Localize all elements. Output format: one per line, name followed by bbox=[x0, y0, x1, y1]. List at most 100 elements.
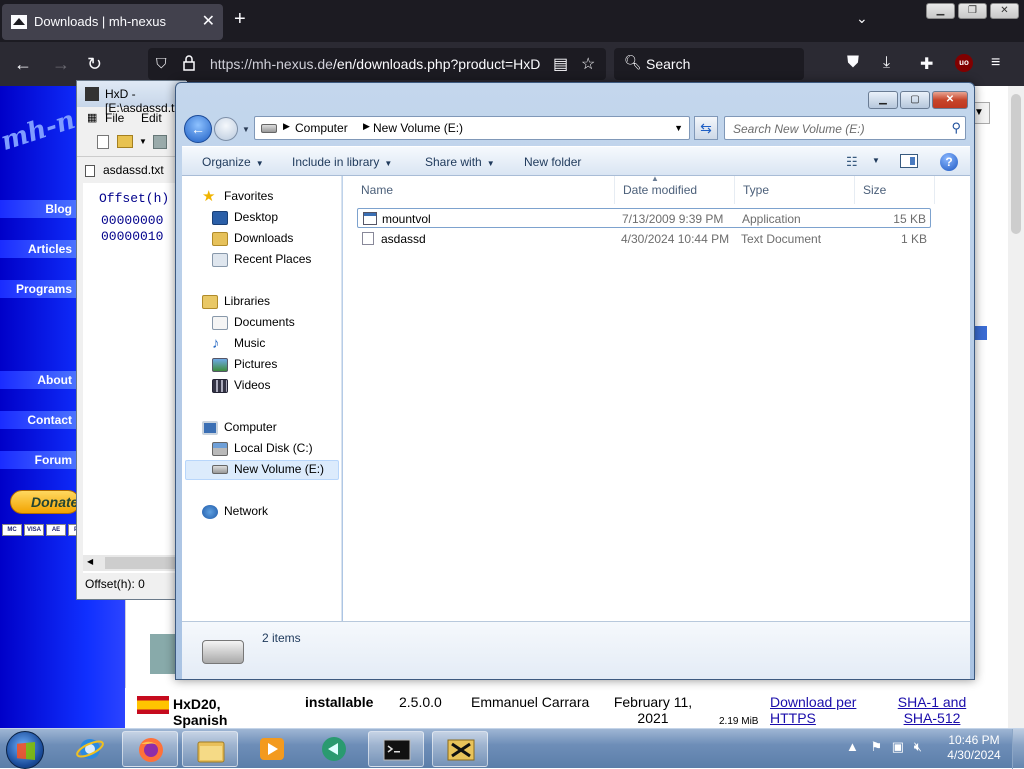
restore-button[interactable]: ❐ bbox=[958, 3, 987, 19]
donate-button[interactable]: Donate bbox=[10, 490, 80, 514]
nav-documents[interactable]: Documents bbox=[212, 312, 295, 332]
nav-music[interactable]: ♪ Music bbox=[212, 333, 265, 353]
taskbar-internet-explorer[interactable] bbox=[62, 731, 118, 767]
explorer-forward-button[interactable] bbox=[214, 117, 238, 141]
forward-arrow-icon[interactable]: → bbox=[52, 54, 70, 75]
change-view-icon[interactable]: ☷ bbox=[846, 154, 858, 170]
explorer-maximize-button[interactable]: ▢ bbox=[900, 91, 930, 109]
show-hidden-icons-icon[interactable]: ▲ bbox=[846, 739, 859, 754]
column-name[interactable]: Name bbox=[353, 176, 615, 204]
reader-view-icon[interactable]: ▤ bbox=[553, 54, 568, 74]
taskbar-firefox[interactable] bbox=[122, 731, 178, 767]
help-icon[interactable]: ? bbox=[940, 153, 958, 171]
nav-favorites[interactable]: ★ Favorites bbox=[202, 186, 273, 206]
file-row-asdassd[interactable]: asdassd 4/30/2024 10:44 PM Text Document… bbox=[357, 229, 931, 249]
close-window-button[interactable]: ✕ bbox=[990, 3, 1019, 19]
nav-computer[interactable]: Computer bbox=[202, 417, 277, 437]
file-row-mountvol[interactable]: mountvol 7/13/2009 9:39 PM Application 1… bbox=[357, 208, 931, 228]
search-icon[interactable]: ⚲ bbox=[951, 120, 961, 136]
show-desktop-button[interactable] bbox=[1012, 729, 1024, 769]
page-scrollbar-thumb[interactable] bbox=[1011, 94, 1021, 234]
scroll-left-icon[interactable]: ◀ bbox=[87, 557, 93, 566]
explorer-address-bar[interactable]: ▶ Computer ▶ New Volume (E:) ▼ bbox=[254, 116, 690, 140]
hxd-file-tab[interactable]: asdassd.txt bbox=[85, 163, 164, 177]
explorer-search-box[interactable]: Search New Volume (E:) ⚲ bbox=[724, 116, 966, 140]
start-button[interactable] bbox=[6, 731, 44, 769]
taskbar-command-prompt[interactable] bbox=[368, 731, 424, 767]
site-nav-forum[interactable]: Forum bbox=[0, 451, 78, 469]
taskbar-hxd[interactable] bbox=[432, 731, 488, 767]
taskbar-windows-explorer[interactable] bbox=[182, 731, 238, 767]
hxd-horizontal-scrollbar[interactable]: ◀ bbox=[83, 555, 187, 571]
include-in-library-button[interactable]: Include in library ▼ bbox=[292, 155, 392, 169]
new-file-icon[interactable] bbox=[97, 135, 109, 149]
browser-search-box[interactable]: 🔍︎ Search bbox=[614, 48, 804, 80]
file-list[interactable]: Name ▲ Date modified Type Size mountvol … bbox=[343, 174, 970, 621]
breadcrumb-computer[interactable]: Computer bbox=[295, 121, 348, 135]
site-logo[interactable]: mh-n bbox=[0, 105, 79, 157]
hxd-window[interactable]: HxD - [E:\asdassd.txt] ▦ File Edit ▼ asd… bbox=[76, 80, 187, 600]
minimize-button[interactable]: ▁ bbox=[926, 3, 955, 19]
bookmark-star-icon[interactable]: ☆ bbox=[581, 54, 595, 74]
hash-link[interactable]: SHA-1 and SHA-512 bbox=[897, 694, 967, 726]
site-nav-articles[interactable]: Articles bbox=[0, 240, 78, 258]
pocket-icon[interactable]: ⛊ bbox=[847, 54, 859, 72]
column-type[interactable]: Type bbox=[735, 176, 855, 204]
reload-icon[interactable]: ↻ bbox=[87, 54, 102, 75]
url-bar[interactable]: ⛉ https://mh-nexus.de/en/downloads.php?p… bbox=[148, 48, 606, 80]
back-arrow-icon[interactable]: ← bbox=[14, 54, 32, 75]
refresh-button[interactable]: ⇆ bbox=[694, 116, 718, 140]
taskbar-app-circle[interactable] bbox=[306, 731, 362, 767]
tracking-shield-icon[interactable]: ⛉ bbox=[156, 55, 167, 72]
share-with-button[interactable]: Share with ▼ bbox=[425, 155, 495, 169]
breadcrumb-arrow-icon[interactable]: ▶ bbox=[283, 121, 290, 132]
hxd-menu-file[interactable]: File bbox=[105, 111, 124, 125]
list-all-tabs-icon[interactable]: ⌄ bbox=[856, 10, 868, 27]
page-scrollbar[interactable] bbox=[1008, 86, 1024, 728]
taskbar-media-player[interactable] bbox=[244, 731, 300, 767]
column-date-modified[interactable]: Date modified bbox=[615, 176, 735, 204]
nav-downloads[interactable]: Downloads bbox=[212, 228, 293, 248]
ublock-origin-icon[interactable]: uo bbox=[955, 54, 973, 72]
site-nav-contact[interactable]: Contact bbox=[0, 411, 78, 429]
lock-icon[interactable] bbox=[182, 54, 196, 72]
breadcrumb-arrow-icon[interactable]: ▶ bbox=[363, 121, 370, 132]
hamburger-menu-icon[interactable]: ≡ bbox=[991, 54, 1000, 72]
explorer-minimize-button[interactable]: ▁ bbox=[868, 91, 898, 109]
extensions-icon[interactable]: ✚ bbox=[920, 54, 933, 74]
site-nav-about[interactable]: About bbox=[0, 371, 78, 389]
new-folder-button[interactable]: New folder bbox=[524, 155, 581, 169]
address-dropdown-icon[interactable]: ▼ bbox=[674, 123, 683, 133]
taskbar-clock[interactable]: 10:46 PM 4/30/2024 bbox=[944, 733, 1004, 763]
tab-close-icon[interactable]: ✕ bbox=[202, 11, 215, 31]
network-tray-icon[interactable]: ▣ bbox=[892, 739, 904, 754]
downloads-icon[interactable]: ⤓ bbox=[883, 54, 890, 72]
preview-pane-icon[interactable] bbox=[900, 154, 918, 168]
nav-recent-places[interactable]: Recent Places bbox=[212, 249, 311, 269]
action-center-flag-icon[interactable]: ⚑ bbox=[871, 739, 883, 754]
hxd-title-bar[interactable]: HxD - [E:\asdassd.txt] bbox=[77, 81, 187, 115]
hxd-scroll-thumb[interactable] bbox=[105, 557, 185, 569]
nav-videos[interactable]: Videos bbox=[212, 375, 270, 395]
hxd-hex-editor[interactable]: Offset(h) 00000000 00000010 bbox=[83, 183, 187, 573]
open-dropdown-icon[interactable]: ▼ bbox=[139, 137, 147, 146]
site-nav-blog[interactable]: Blog bbox=[0, 200, 78, 218]
explorer-back-button[interactable]: ← bbox=[184, 115, 212, 143]
nav-libraries[interactable]: Libraries bbox=[202, 291, 270, 311]
download-https-link[interactable]: Download per HTTPS bbox=[770, 694, 870, 726]
nav-pictures[interactable]: Pictures bbox=[212, 354, 277, 374]
nav-local-disk-c[interactable]: Local Disk (C:) bbox=[212, 438, 313, 458]
save-icon[interactable] bbox=[153, 135, 167, 149]
open-folder-icon[interactable] bbox=[117, 135, 133, 148]
volume-muted-icon[interactable]: 🔇︎ bbox=[914, 739, 922, 754]
nav-new-volume-e[interactable]: New Volume (E:) bbox=[212, 459, 324, 479]
nav-desktop[interactable]: Desktop bbox=[212, 207, 278, 227]
view-dropdown-icon[interactable]: ▼ bbox=[872, 156, 880, 165]
organize-button[interactable]: Organize ▼ bbox=[202, 155, 264, 169]
nav-network[interactable]: Network bbox=[202, 501, 268, 521]
column-size[interactable]: Size bbox=[855, 176, 935, 204]
explorer-close-button[interactable]: ✕ bbox=[932, 91, 968, 109]
explorer-window[interactable]: ▁ ▢ ✕ ← ▼ ▶ Computer ▶ New Volume (E:) ▼… bbox=[175, 82, 975, 680]
new-tab-button[interactable]: + bbox=[234, 8, 246, 31]
hxd-menu-edit[interactable]: Edit bbox=[141, 111, 162, 125]
